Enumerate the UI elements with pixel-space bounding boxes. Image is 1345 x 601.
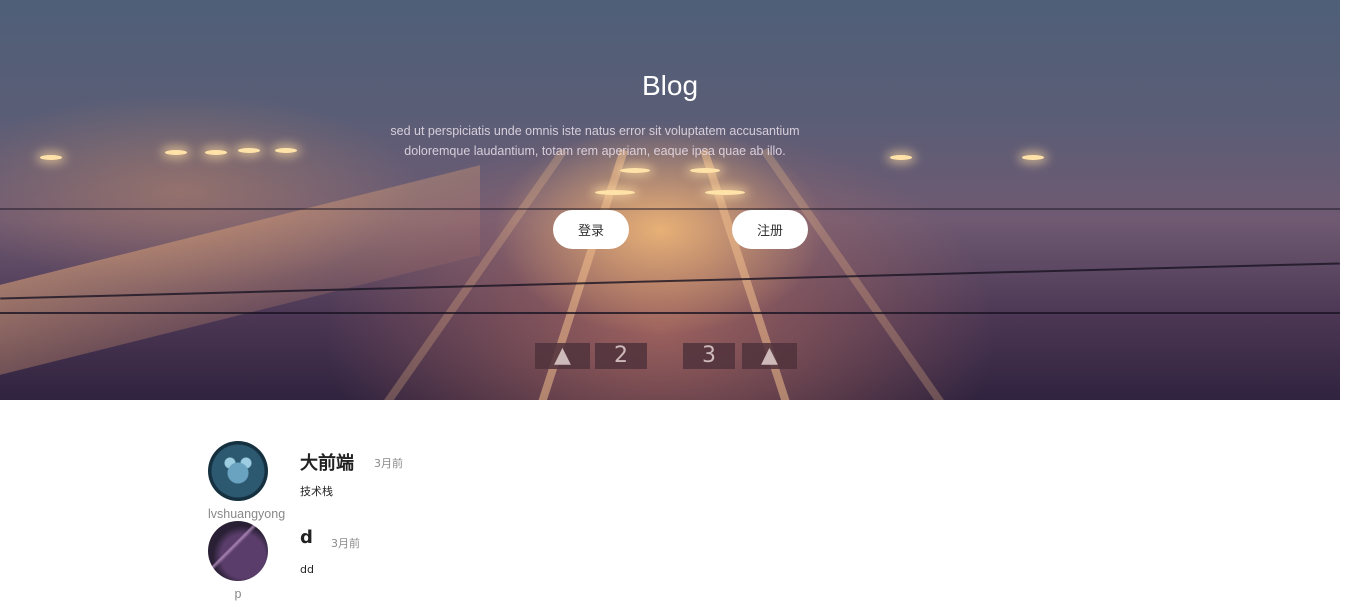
lamp-graphic bbox=[620, 168, 650, 173]
platform-graphic bbox=[0, 165, 480, 385]
page-title: Blog bbox=[641, 70, 699, 101]
lamp-graphic bbox=[275, 148, 297, 153]
platform-sign-left: 2 bbox=[595, 343, 647, 369]
post-content: dd bbox=[300, 563, 314, 576]
post-author[interactable]: lvshuangyong bbox=[208, 507, 285, 521]
lamp-graphic bbox=[890, 155, 912, 160]
lamp-graphic bbox=[165, 150, 187, 155]
lamp-graphic bbox=[238, 148, 260, 153]
post-time: 3月前 bbox=[374, 457, 403, 470]
lamp-graphic bbox=[595, 190, 635, 195]
post-title[interactable]: 大前端 bbox=[300, 449, 354, 475]
register-button[interactable]: 注册 bbox=[732, 210, 808, 249]
platform-sign-arrow: ▲ bbox=[742, 343, 797, 369]
lamp-graphic bbox=[205, 150, 227, 155]
lamp-graphic bbox=[690, 168, 720, 173]
avatar[interactable] bbox=[208, 521, 268, 581]
login-button[interactable]: 登录 bbox=[553, 210, 629, 249]
avatar[interactable] bbox=[208, 441, 268, 501]
wire-graphic bbox=[0, 208, 1340, 210]
post-author[interactable]: p bbox=[208, 587, 268, 601]
platform-sign-right: 3 bbox=[683, 343, 735, 369]
lamp-graphic bbox=[40, 155, 62, 160]
lamp-graphic bbox=[705, 190, 745, 195]
post-title[interactable]: d bbox=[300, 527, 313, 548]
post-content: 技术栈 bbox=[300, 485, 333, 498]
lamp-graphic bbox=[1022, 155, 1044, 160]
post-time: 3月前 bbox=[331, 537, 360, 550]
hero-banner: ▲ 2 3 ▲ Blog sed ut perspiciatis unde om… bbox=[0, 0, 1340, 400]
platform-sign-arrow: ▲ bbox=[535, 343, 590, 369]
wire-graphic bbox=[0, 312, 1340, 314]
hero-description: sed ut perspiciatis unde omnis iste natu… bbox=[390, 124, 800, 158]
